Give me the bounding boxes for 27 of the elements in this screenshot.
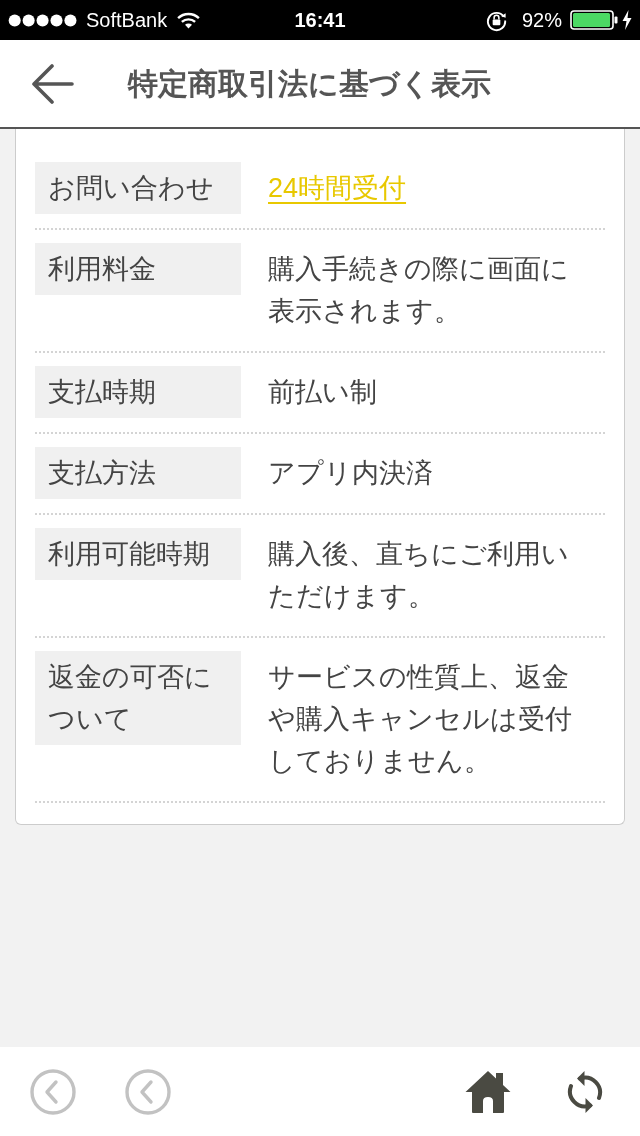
contact-link[interactable]: 24時間受付: [268, 173, 407, 203]
chevron-left-circle-icon: [30, 1068, 76, 1115]
battery-icon: [570, 10, 618, 30]
signal-icon: [8, 13, 79, 27]
home-button[interactable]: [465, 1069, 511, 1114]
row-value: 前払い制: [268, 377, 377, 407]
row-value: 購入後、直ちにご利用いただけます。: [268, 539, 569, 611]
row-label: お問い合わせ: [35, 162, 241, 214]
row-value: サービスの性質上、返金や購入キャンセルは受付しておりません。: [268, 662, 572, 776]
row-label: 利用可能時期: [35, 528, 241, 580]
battery-percent: 92%: [521, 8, 562, 32]
carrier-name: SoftBank: [86, 8, 168, 32]
row-label: 支払時期: [35, 366, 241, 418]
page-title: 特定商取引法に基づく表示: [128, 65, 491, 102]
refresh-icon: [566, 1068, 604, 1115]
row-label: 支払方法: [35, 447, 241, 499]
row-value: アプリ内決済: [268, 458, 433, 488]
row-value: 購入手続きの際に画面に表示されます。: [268, 254, 569, 326]
status-time: 16:41: [294, 8, 346, 32]
chevron-left-circle-icon: [125, 1068, 171, 1115]
arrow-left-icon: [32, 63, 74, 104]
refresh-button[interactable]: [566, 1068, 604, 1115]
wifi-icon: [177, 11, 201, 29]
row-label: 利用料金: [35, 243, 241, 295]
home-icon: [465, 1069, 511, 1114]
back-button[interactable]: [32, 63, 74, 104]
row-label: 返金の可否について: [35, 651, 241, 745]
